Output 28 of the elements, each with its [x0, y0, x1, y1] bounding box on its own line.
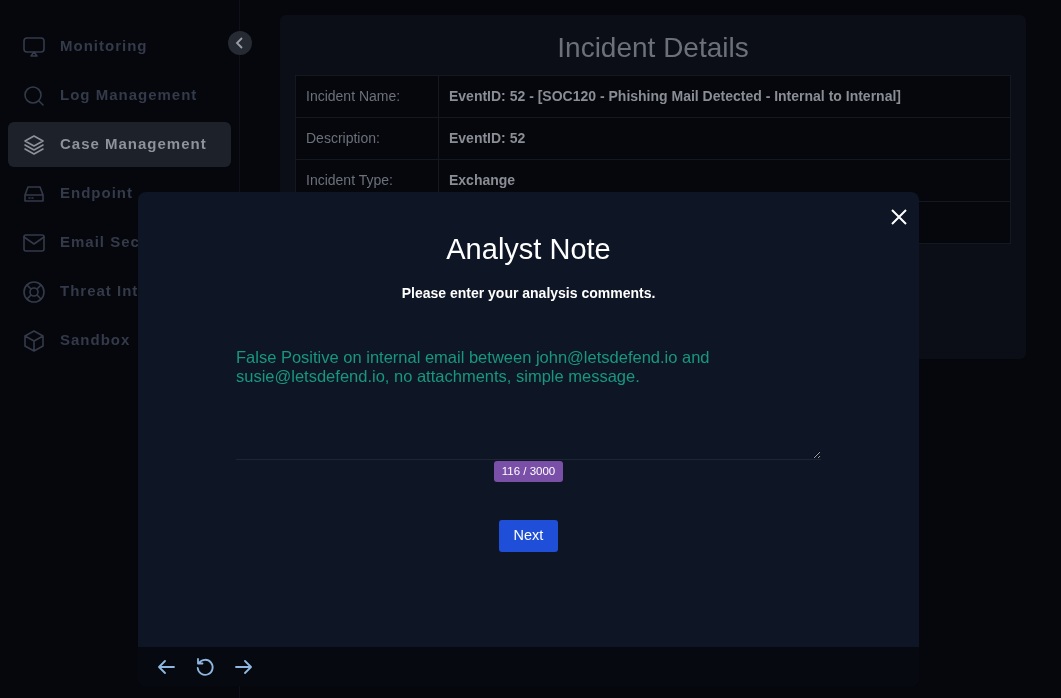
note-field[interactable]: False Positive on internal email between john@letsdefend.io and susie@letsdefend.io, no attachments, simple message.	[236, 347, 821, 460]
character-counter: 116 / 3000	[493, 460, 564, 483]
sidebar-item[interactable]: Email Sec	[8, 220, 231, 265]
next-button[interactable]: Next	[498, 520, 559, 552]
field-value: EventID: 52	[438, 117, 1011, 160]
lifebuoy-icon	[22, 279, 46, 304]
search-icon	[22, 83, 46, 108]
sidebar-item[interactable]: Threat Int	[8, 269, 231, 314]
sidebar-item[interactable]: Endpoint	[8, 171, 231, 216]
close-icon	[891, 208, 907, 225]
sidebar-item[interactable]: Sandbox	[8, 318, 231, 363]
panel-title: Incident Details	[556, 31, 750, 65]
field-label: Incident Name:	[295, 75, 439, 118]
sidebar-item[interactable]: Log Management	[8, 73, 231, 118]
sidebar-item[interactable]: Monitoring	[8, 24, 231, 69]
back-arrow-icon[interactable]	[158, 659, 175, 674]
modal-title: Analyst Note	[446, 232, 611, 267]
field-value: EventID: 52 - [SOC120 - Phishing Mail Detected - Internal to Internal]	[438, 75, 1011, 118]
chevron-left-icon	[234, 37, 246, 49]
sidebar-item[interactable]: Case Management	[8, 122, 231, 167]
collapse-button[interactable]	[228, 31, 252, 55]
layers-icon	[22, 132, 46, 157]
refresh-icon[interactable]	[195, 656, 215, 677]
box-icon	[22, 328, 46, 353]
monitor-icon	[22, 34, 46, 59]
field-label: Description:	[295, 117, 439, 160]
modal-subtitle: Please enter your analysis comments.	[401, 283, 656, 303]
forward-arrow-icon[interactable]	[235, 659, 252, 674]
